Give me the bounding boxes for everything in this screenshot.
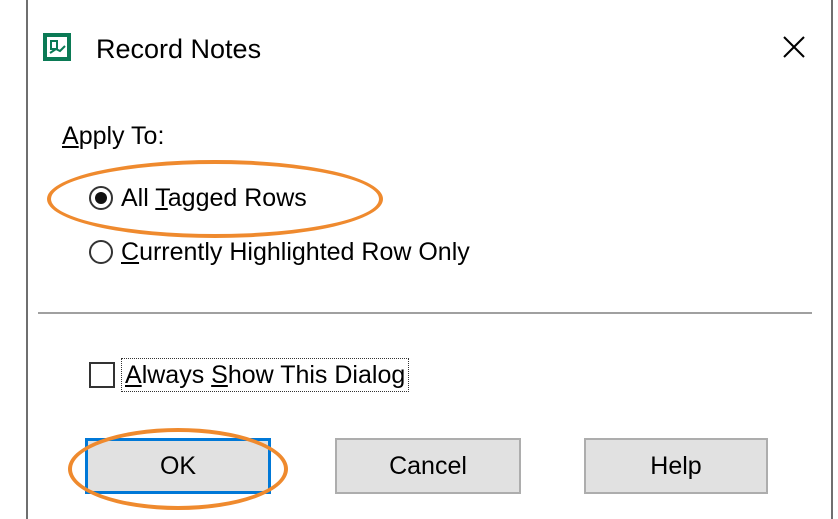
record-notes-app-icon bbox=[42, 32, 72, 62]
radio-all-tagged-rows-label: All Tagged Rows bbox=[121, 184, 307, 212]
record-notes-dialog: Record Notes Apply To: All Tagged Rows C… bbox=[0, 0, 838, 519]
window-border-left bbox=[26, 0, 28, 519]
window-title: Record Notes bbox=[96, 34, 262, 64]
radio-button-unselected[interactable] bbox=[89, 240, 113, 264]
radio-currently-highlighted-row[interactable]: Currently Highlighted Row Only bbox=[89, 235, 470, 269]
close-icon bbox=[783, 36, 805, 58]
ok-button[interactable]: OK bbox=[85, 438, 271, 494]
separator-line bbox=[38, 312, 812, 314]
close-button[interactable] bbox=[772, 25, 816, 69]
always-show-label: Always Show This Dialog bbox=[121, 358, 410, 392]
apply-to-label: Apply To: bbox=[62, 122, 165, 150]
radio-currently-highlighted-row-label: Currently Highlighted Row Only bbox=[121, 238, 470, 266]
cancel-button[interactable]: Cancel bbox=[335, 438, 521, 494]
window-border-right bbox=[831, 0, 833, 519]
help-button[interactable]: Help bbox=[584, 438, 768, 494]
always-show-checkbox-row[interactable]: Always Show This Dialog bbox=[89, 358, 410, 392]
radio-all-tagged-rows[interactable]: All Tagged Rows bbox=[89, 181, 307, 215]
radio-button-selected[interactable] bbox=[89, 186, 113, 210]
always-show-checkbox[interactable] bbox=[89, 362, 115, 388]
